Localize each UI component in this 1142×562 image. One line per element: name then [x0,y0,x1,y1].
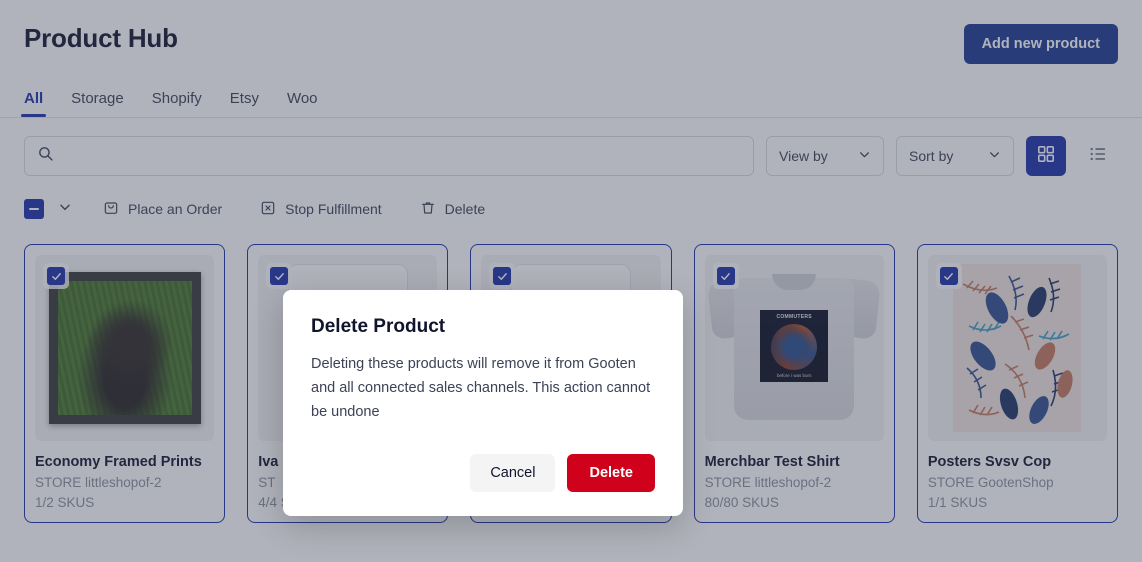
delete-product-modal: Delete Product Deleting these products w… [283,290,683,516]
modal-cancel-button[interactable]: Cancel [470,454,556,492]
modal-actions: Cancel Delete [311,454,655,492]
modal-delete-button[interactable]: Delete [567,454,655,492]
modal-title: Delete Product [311,316,446,337]
modal-body-text: Deleting these products will remove it f… [311,356,651,420]
